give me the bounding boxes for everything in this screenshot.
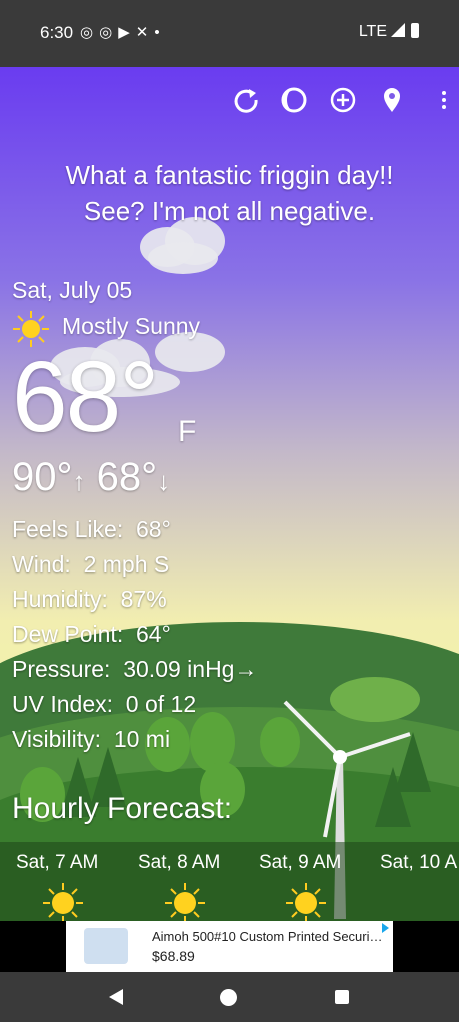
sun-icon <box>165 883 205 921</box>
detail-value: 0 of 12 <box>125 691 197 717</box>
more-vert-icon[interactable] <box>437 85 451 115</box>
detail-label: Dew Point: <box>12 621 124 647</box>
sun-icon <box>43 883 83 921</box>
detail-label: Wind: <box>12 551 71 577</box>
detail-value: 68° <box>136 516 171 542</box>
detail-label: UV Index: <box>12 691 113 717</box>
cloud-decoration <box>148 242 218 274</box>
sun-icon <box>286 883 326 921</box>
details-list: Feels Like: 68° Wind: 2 mph S Humidity: … <box>12 512 257 757</box>
hourly-forecast-title: Hourly Forecast: <box>12 792 233 825</box>
home-icon[interactable] <box>220 989 237 1006</box>
ad-product-image <box>84 928 128 964</box>
detail-value: 87% <box>120 586 167 612</box>
headline-line-1: What a fantastic friggin day!! <box>65 160 394 190</box>
recents-icon[interactable] <box>335 990 349 1004</box>
ad-banner[interactable]: Aimoh 500#10 Custom Printed Securi… $68.… <box>66 921 393 972</box>
down-arrow-icon: ↓ <box>157 466 171 496</box>
detail-label: Pressure: <box>12 656 111 682</box>
youtube-icon: ▶ <box>118 24 136 41</box>
hourly-forecast-strip[interactable]: Sat, 7 AM Sat, 8 AM Sat, 9 AM Sat, 10 A <box>0 842 459 921</box>
current-date: Sat, July 05 <box>12 277 133 303</box>
detail-row-wind: Wind: 2 mph S <box>12 547 257 582</box>
ad-choices-icon[interactable] <box>382 923 389 933</box>
back-icon[interactable] <box>109 989 123 1005</box>
hourly-time: Sat, 7 AM <box>16 852 99 873</box>
detail-row-dew-point: Dew Point: 64° <box>12 617 257 652</box>
instagram-icon: ◎ <box>80 24 100 41</box>
hourly-item[interactable]: Sat, 8 AM <box>138 852 258 921</box>
high-low: 90°↑ 68°↓ <box>12 455 170 500</box>
up-arrow-icon: ↑ <box>72 466 86 496</box>
detail-value: 10 mi <box>113 726 171 752</box>
instagram-icon: ◎ <box>99 24 119 41</box>
location-pin-icon[interactable] <box>377 85 407 115</box>
detail-row-humidity: Humidity: 87% <box>12 582 257 617</box>
battery-icon <box>411 23 419 38</box>
condition-text: Mostly Sunny <box>62 313 201 339</box>
add-location-icon[interactable] <box>328 85 358 115</box>
status-bar: 6:30 ◎◎▶✕• LTE <box>0 0 459 67</box>
ad-title: Aimoh 500#10 Custom Printed Securi… <box>152 929 383 944</box>
network-label: LTE <box>358 23 387 40</box>
detail-label: Feels Like: <box>12 516 124 542</box>
status-time: 6:30 <box>40 23 74 42</box>
current-temperature: 68° <box>12 341 159 453</box>
navigation-bar <box>0 972 459 1022</box>
theme-icon[interactable] <box>279 85 309 115</box>
detail-value: 30.09 inHg <box>123 656 235 682</box>
hourly-time: Sat, 9 AM <box>259 852 342 873</box>
detail-value: 2 mph S <box>83 551 170 577</box>
hourly-item[interactable]: Sat, 7 AM <box>16 852 136 921</box>
ad-price: $68.89 <box>152 948 195 964</box>
detail-row-uv-index: UV Index: 0 of 12 <box>12 687 257 722</box>
hourly-item[interactable]: Sat, 9 AM <box>259 852 379 921</box>
detail-label: Visibility: <box>12 726 102 752</box>
pressure-trend-icon: → <box>234 656 258 682</box>
low-temp: 68° <box>96 455 158 499</box>
dot-icon: • <box>154 24 166 41</box>
detail-label: Humidity: <box>12 586 108 612</box>
high-temp: 90° <box>12 455 73 499</box>
status-right: LTE <box>359 23 419 41</box>
detail-row-pressure: Pressure: 30.09 inHg→ <box>12 652 257 687</box>
shuffle-icon: ✕ <box>135 24 155 41</box>
hourly-time: Sat, 10 A <box>380 852 458 873</box>
notification-icons: ◎◎▶✕• <box>80 23 166 41</box>
detail-row-visibility: Visibility: 10 mi <box>12 722 257 757</box>
headline-line-2: See? I'm not all negative. <box>83 196 376 226</box>
signal-icon <box>391 23 405 37</box>
hourly-item[interactable]: Sat, 10 A <box>380 852 459 874</box>
ad-bar: Aimoh 500#10 Custom Printed Securi… $68.… <box>0 921 459 972</box>
headline: What a fantastic friggin day!! See? I'm … <box>0 157 459 229</box>
hourly-time: Sat, 8 AM <box>138 852 221 873</box>
detail-value: 64° <box>136 621 171 647</box>
refresh-icon[interactable] <box>231 85 261 115</box>
detail-row-feels-like: Feels Like: 68° <box>12 512 257 547</box>
weather-scene: What a fantastic friggin day!! See? I'm … <box>0 67 459 921</box>
temperature-unit: F <box>178 415 197 448</box>
